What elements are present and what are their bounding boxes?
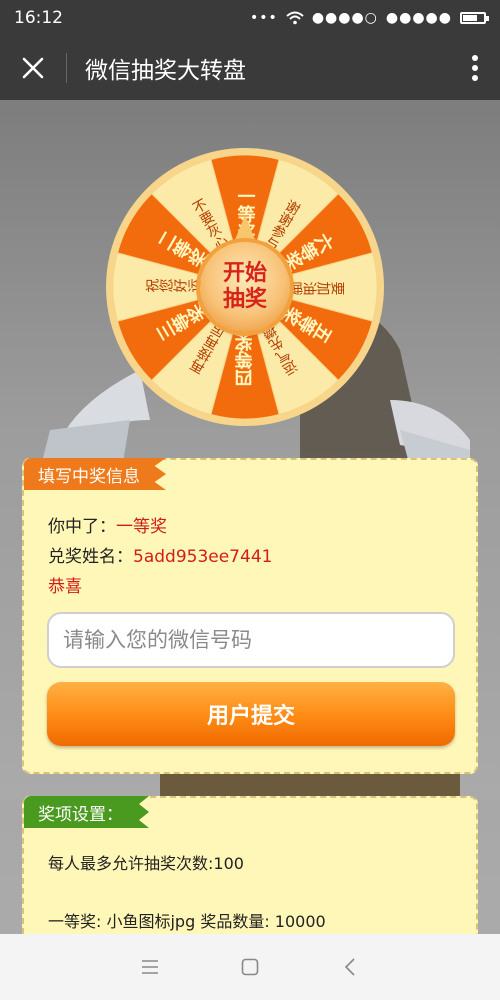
close-icon bbox=[22, 57, 44, 79]
wheel-segment-text: 六等奖 bbox=[279, 227, 337, 274]
won-value: 一等奖 bbox=[116, 517, 167, 537]
prize-settings-panel: 奖项设置： 每人最多允许抽奖次数:100 一等奖: 小鱼图标jpg 奖品数量: … bbox=[22, 796, 478, 934]
winner-info-panel: 填写中奖信息 你中了：一等奖 兑奖姓名：5add953ee7441 恭喜 用户提… bbox=[22, 458, 478, 774]
menu-button[interactable] bbox=[130, 947, 170, 987]
back-icon bbox=[344, 958, 355, 976]
prize-settings-tag: 奖项设置： bbox=[24, 796, 149, 828]
start-line-2: 抽奖 bbox=[222, 287, 267, 312]
battery-icon bbox=[460, 12, 489, 24]
winner-info-tag: 填写中奖信息 bbox=[24, 458, 166, 490]
home-button[interactable] bbox=[230, 947, 270, 987]
signal-icon: ●●●●○ bbox=[311, 10, 378, 26]
title-bar: 微信抽奖大转盘 bbox=[0, 36, 500, 100]
main-content: 一等奖 谢谢参与 六等奖 要加油哦 五等奖 运气先攒着 四等奖 再接再厉 三等奖 祝您好运 二等奖不… bbox=[0, 100, 500, 934]
wheel-segment-text: 不要灰心 bbox=[188, 196, 231, 253]
max-draws-text: 每人最多允许抽奖次数:100 bbox=[48, 854, 244, 873]
wheel-segment-text: 要加油哦 bbox=[289, 279, 345, 296]
name-label: 兑奖姓名： bbox=[48, 547, 133, 567]
wheel-segment-text: 再接再厉 bbox=[187, 320, 230, 378]
status-icons: ••• ●●●●○ ●●●●● bbox=[250, 10, 489, 26]
prize-wheel[interactable]: 一等奖 谢谢参与 六等奖 要加油哦 五等奖 运气先攒着 四等奖 再接再厉 三等奖 祝您好运 二等奖不… bbox=[105, 147, 385, 427]
home-icon bbox=[241, 958, 259, 976]
wheel-segment-text: 四等奖 bbox=[234, 333, 256, 387]
name-value: 5add953ee7441 bbox=[133, 547, 273, 567]
status-bar: 16:12 ••• ●●●●○ ●●●●● bbox=[0, 0, 500, 36]
won-label: 你中了： bbox=[48, 517, 116, 537]
first-prize-text: 一等奖: 小鱼图标jpg 奖品数量: 10000 bbox=[48, 912, 326, 931]
won-line: 你中了：一等奖 bbox=[48, 512, 167, 537]
wheel-segment-text: 祝您好运 bbox=[145, 278, 201, 295]
wifi-icon bbox=[286, 11, 304, 25]
title-separator bbox=[66, 53, 67, 83]
back-button[interactable] bbox=[330, 947, 370, 987]
wheel-segment-text: 三等奖 bbox=[153, 300, 211, 347]
wheel-segment-text: 五等奖 bbox=[279, 300, 337, 347]
more-icon bbox=[472, 55, 478, 81]
wechat-id-input[interactable] bbox=[47, 612, 455, 668]
page-title: 微信抽奖大转盘 bbox=[85, 58, 246, 84]
name-line: 兑奖姓名：5add953ee7441 bbox=[48, 542, 272, 567]
start-line-1: 开始 bbox=[222, 261, 267, 286]
menu-icon bbox=[142, 960, 158, 974]
wheel-pointer-icon bbox=[233, 215, 257, 245]
more-button[interactable] bbox=[450, 36, 500, 100]
close-button[interactable] bbox=[0, 36, 66, 100]
status-time: 16:12 bbox=[14, 8, 63, 28]
congrats-text: 恭喜 bbox=[48, 577, 82, 597]
dots-icon: ••• bbox=[250, 10, 278, 26]
start-draw-button[interactable]: 开始 抽奖 bbox=[200, 242, 290, 332]
signal-icon-2: ●●●●● bbox=[385, 10, 452, 26]
system-nav-bar bbox=[0, 934, 500, 1000]
submit-button[interactable]: 用户提交 bbox=[47, 682, 455, 746]
wheel-segment-text: 二等奖 bbox=[153, 227, 211, 274]
